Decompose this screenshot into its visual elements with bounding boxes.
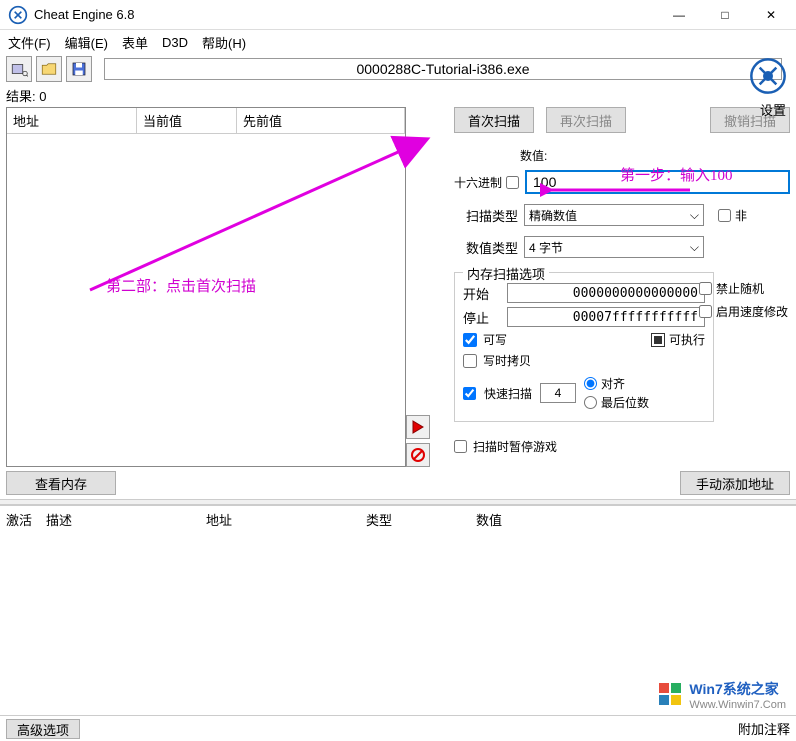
- results-count-label: 结果: 0: [0, 84, 796, 107]
- col-desc[interactable]: 描述: [46, 510, 206, 529]
- app-logo-icon[interactable]: [748, 56, 788, 96]
- footer-bar: 高级选项 附加注释: [0, 715, 796, 741]
- menu-table[interactable]: 表单: [122, 33, 148, 52]
- title-bar: Cheat Engine 6.8 — □ ✕: [0, 0, 796, 30]
- stop-label: 停止: [463, 308, 499, 327]
- advanced-options-button[interactable]: 高级选项: [6, 719, 80, 739]
- menu-d3d[interactable]: D3D: [162, 35, 188, 50]
- last-digits-radio[interactable]: 最后位数: [584, 394, 649, 411]
- scan-type-select[interactable]: 精确数值⌵: [524, 204, 704, 226]
- address-list[interactable]: 激活 描述 地址 类型 数值: [0, 505, 796, 675]
- address-list-header: 激活 描述 地址 类型 数值: [0, 506, 796, 533]
- save-button[interactable]: [66, 56, 92, 82]
- menu-bar: 文件(F) 编辑(E) 表单 D3D 帮助(H): [0, 30, 796, 54]
- align-radio[interactable]: 对齐: [584, 375, 649, 392]
- start-address-input[interactable]: [507, 283, 705, 303]
- minimize-button[interactable]: —: [656, 0, 702, 30]
- pause-game-label: 扫描时暂停游戏: [473, 438, 557, 455]
- disable-random-checkbox[interactable]: 禁止随机: [699, 280, 788, 297]
- chevron-down-icon: ⌵: [690, 240, 699, 255]
- add-to-list-icon[interactable]: [406, 415, 430, 439]
- stop-address-input[interactable]: [507, 307, 705, 327]
- col-value[interactable]: 数值: [476, 510, 790, 529]
- memory-options-legend: 内存扫描选项: [463, 264, 549, 283]
- view-memory-button[interactable]: 查看内存: [6, 471, 116, 495]
- executable-label: 可执行: [669, 331, 705, 348]
- first-scan-button[interactable]: 首次扫描: [454, 107, 534, 133]
- add-address-manual-button[interactable]: 手动添加地址: [680, 471, 790, 495]
- results-col-address[interactable]: 地址: [7, 108, 137, 133]
- enable-speed-checkbox[interactable]: 启用速度修改: [699, 303, 788, 320]
- results-col-previous[interactable]: 先前值: [237, 108, 405, 133]
- maximize-button[interactable]: □: [702, 0, 748, 30]
- results-table[interactable]: 地址 当前值 先前值: [6, 107, 406, 467]
- fast-scan-value-input[interactable]: [540, 383, 576, 403]
- writable-checkbox[interactable]: [463, 333, 477, 347]
- app-icon: [8, 5, 28, 25]
- scan-type-label: 扫描类型: [454, 206, 518, 225]
- fast-scan-checkbox[interactable]: [463, 387, 476, 400]
- open-process-button[interactable]: [6, 56, 32, 82]
- fast-scan-label: 快速扫描: [484, 385, 532, 402]
- watermark: Win7系统之家 Www.Winwin7.Com: [657, 679, 786, 711]
- menu-file[interactable]: 文件(F): [8, 33, 51, 52]
- col-active[interactable]: 激活: [6, 510, 46, 529]
- not-checkbox[interactable]: 非: [718, 207, 747, 224]
- watermark-icon: [657, 681, 685, 709]
- results-header: 地址 当前值 先前值: [7, 108, 405, 134]
- start-label: 开始: [463, 284, 499, 303]
- open-file-button[interactable]: [36, 56, 62, 82]
- clear-list-icon[interactable]: [406, 443, 430, 467]
- menu-edit[interactable]: 编辑(E): [65, 33, 108, 52]
- watermark-text2: Www.Winwin7.Com: [689, 699, 786, 711]
- window-title: Cheat Engine 6.8: [34, 7, 656, 22]
- attach-comment-label[interactable]: 附加注释: [738, 719, 790, 738]
- value-type-label: 数值类型: [454, 238, 518, 257]
- close-button[interactable]: ✕: [748, 0, 794, 30]
- col-addr[interactable]: 地址: [206, 510, 366, 529]
- cow-label: 写时拷贝: [483, 352, 531, 369]
- col-type[interactable]: 类型: [366, 510, 476, 529]
- watermark-text1: Win7系统之家: [689, 679, 786, 699]
- value-input[interactable]: [525, 170, 790, 194]
- toolbar: 0000288C-Tutorial-i386.exe: [0, 54, 796, 84]
- results-col-current[interactable]: 当前值: [137, 108, 237, 133]
- menu-help[interactable]: 帮助(H): [202, 33, 246, 52]
- cow-checkbox[interactable]: [463, 354, 477, 368]
- value-type-select[interactable]: 4 字节⌵: [524, 236, 704, 258]
- next-scan-button[interactable]: 再次扫描: [546, 107, 626, 133]
- memory-scan-options-group: 内存扫描选项 开始 停止 可写 可执行 写时拷贝: [454, 272, 714, 422]
- executable-checkbox[interactable]: [651, 333, 665, 347]
- chevron-down-icon: ⌵: [690, 208, 699, 223]
- writable-label: 可写: [483, 331, 507, 348]
- process-name[interactable]: 0000288C-Tutorial-i386.exe: [104, 58, 782, 80]
- hex-checkbox[interactable]: 十六进制: [454, 174, 519, 191]
- pause-game-checkbox[interactable]: [454, 440, 467, 453]
- value-label: 数值:: [520, 147, 547, 164]
- settings-link[interactable]: 设置: [760, 100, 786, 119]
